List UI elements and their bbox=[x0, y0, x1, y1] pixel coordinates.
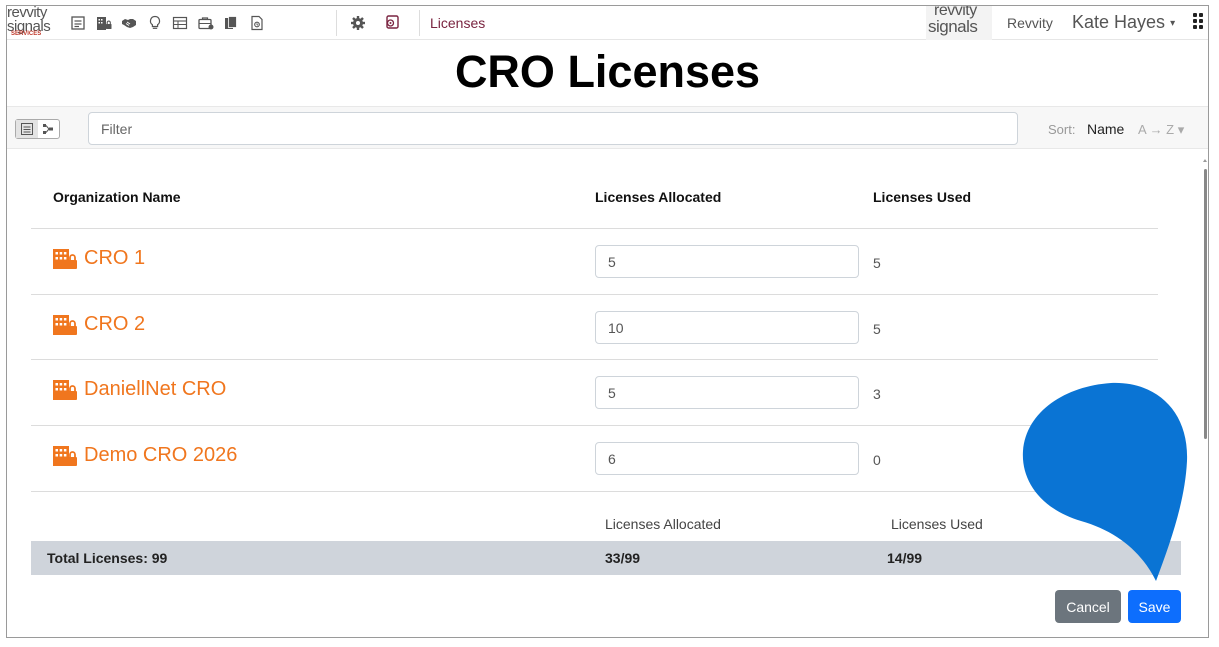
row-divider bbox=[31, 294, 1158, 295]
list-view-icon bbox=[20, 123, 33, 135]
list-view-button[interactable] bbox=[16, 120, 38, 138]
logo-tag: SERVICES bbox=[11, 31, 42, 37]
org-link-cro-1[interactable]: CRO 1 bbox=[52, 247, 145, 270]
logo-line-2: signals bbox=[928, 17, 978, 36]
page-title: CRO Licenses bbox=[454, 46, 761, 97]
revvity-signals-logo: revvity signals bbox=[926, 6, 992, 40]
user-name: Kate Hayes bbox=[1072, 12, 1166, 32]
tree-view-icon bbox=[43, 124, 54, 134]
totals-allocated-label: Licenses Allocated bbox=[605, 516, 721, 532]
handshake-icon[interactable] bbox=[120, 14, 138, 32]
files-icon[interactable] bbox=[222, 14, 240, 32]
licenses-allocated-input[interactable] bbox=[595, 245, 859, 278]
nav-separator bbox=[419, 10, 420, 36]
licenses-allocated-input[interactable] bbox=[595, 442, 859, 475]
org-link-cro-2[interactable]: CRO 2 bbox=[52, 313, 145, 336]
org-name: CRO 1 bbox=[84, 247, 146, 269]
building-lock-icon bbox=[53, 314, 77, 335]
chevron-down-icon: ▾ bbox=[1170, 18, 1176, 29]
total-licenses: Total Licenses: 99 bbox=[47, 550, 168, 566]
sort-label: Sort: bbox=[1048, 122, 1076, 137]
save-button[interactable]: Save bbox=[1128, 590, 1181, 623]
licenses-used-value: 5 bbox=[873, 255, 881, 271]
briefcase-icon[interactable] bbox=[197, 14, 215, 32]
row-divider bbox=[31, 491, 1158, 492]
totals-used-label: Licenses Used bbox=[891, 516, 983, 532]
user-menu[interactable]: Kate Hayes ▾ bbox=[1072, 12, 1175, 33]
table-icon[interactable] bbox=[171, 14, 189, 32]
building-lock-icon bbox=[53, 248, 77, 269]
license-icon[interactable] bbox=[383, 13, 401, 31]
column-header-used: Licenses Used bbox=[873, 189, 972, 205]
building-lock-icon bbox=[53, 379, 77, 400]
filter-input[interactable] bbox=[88, 112, 1018, 145]
licenses-used-value: 5 bbox=[873, 321, 881, 337]
tenant-name: Revvity bbox=[1007, 15, 1053, 31]
nav-separator bbox=[336, 10, 337, 36]
cancel-button[interactable]: Cancel bbox=[1055, 590, 1121, 623]
row-divider bbox=[31, 425, 1158, 426]
document-icon[interactable] bbox=[248, 14, 266, 32]
licenses-allocated-input[interactable] bbox=[595, 376, 859, 409]
top-navbar: revvity signals SERVICES Licenses revvit… bbox=[7, 6, 1208, 40]
scrollbar[interactable] bbox=[1201, 149, 1208, 637]
org-link-demo-cro-2026[interactable]: Demo CRO 2026 bbox=[52, 444, 237, 467]
scroll-thumb[interactable] bbox=[1204, 169, 1207, 439]
column-header-allocated: Licenses Allocated bbox=[595, 189, 722, 205]
total-used-value: 14/99 bbox=[887, 550, 923, 566]
row-divider bbox=[31, 359, 1158, 360]
building-lock-icon bbox=[53, 445, 77, 466]
nav-icon-bar bbox=[69, 13, 273, 33]
signals-logo[interactable]: revvity signals SERVICES bbox=[7, 6, 67, 40]
gear-icon[interactable] bbox=[349, 14, 367, 32]
sort-direction-toggle[interactable]: A → Z ▾ bbox=[1138, 122, 1184, 138]
licenses-used-value: 3 bbox=[873, 386, 881, 402]
dashboard-icon[interactable] bbox=[69, 14, 87, 32]
scroll-up-icon[interactable] bbox=[1203, 159, 1207, 162]
org-link-daniellnet-cro[interactable]: DaniellNet CRO bbox=[52, 378, 226, 401]
row-divider bbox=[31, 228, 1158, 229]
licenses-allocated-input[interactable] bbox=[595, 311, 859, 344]
filter-bar: Sort: Name A → Z ▾ bbox=[7, 106, 1208, 149]
apps-grid-icon[interactable] bbox=[1191, 12, 1205, 34]
lightbulb-icon[interactable] bbox=[146, 14, 164, 32]
pointer-highlight-blob bbox=[1022, 382, 1188, 581]
building-lock-icon[interactable] bbox=[95, 14, 113, 32]
app-window: revvity signals SERVICES Licenses revvit… bbox=[6, 5, 1209, 638]
total-allocated-value: 33/99 bbox=[605, 550, 641, 566]
org-name: Demo CRO 2026 bbox=[84, 444, 238, 466]
org-name: DaniellNet CRO bbox=[84, 378, 227, 400]
view-toggle bbox=[15, 119, 60, 139]
sort-field[interactable]: Name bbox=[1087, 121, 1124, 137]
section-title[interactable]: Licenses bbox=[430, 15, 485, 31]
tree-view-button[interactable] bbox=[38, 120, 60, 138]
licenses-used-value: 0 bbox=[873, 452, 881, 468]
org-name: CRO 2 bbox=[84, 313, 146, 335]
column-header-org: Organization Name bbox=[53, 189, 181, 205]
